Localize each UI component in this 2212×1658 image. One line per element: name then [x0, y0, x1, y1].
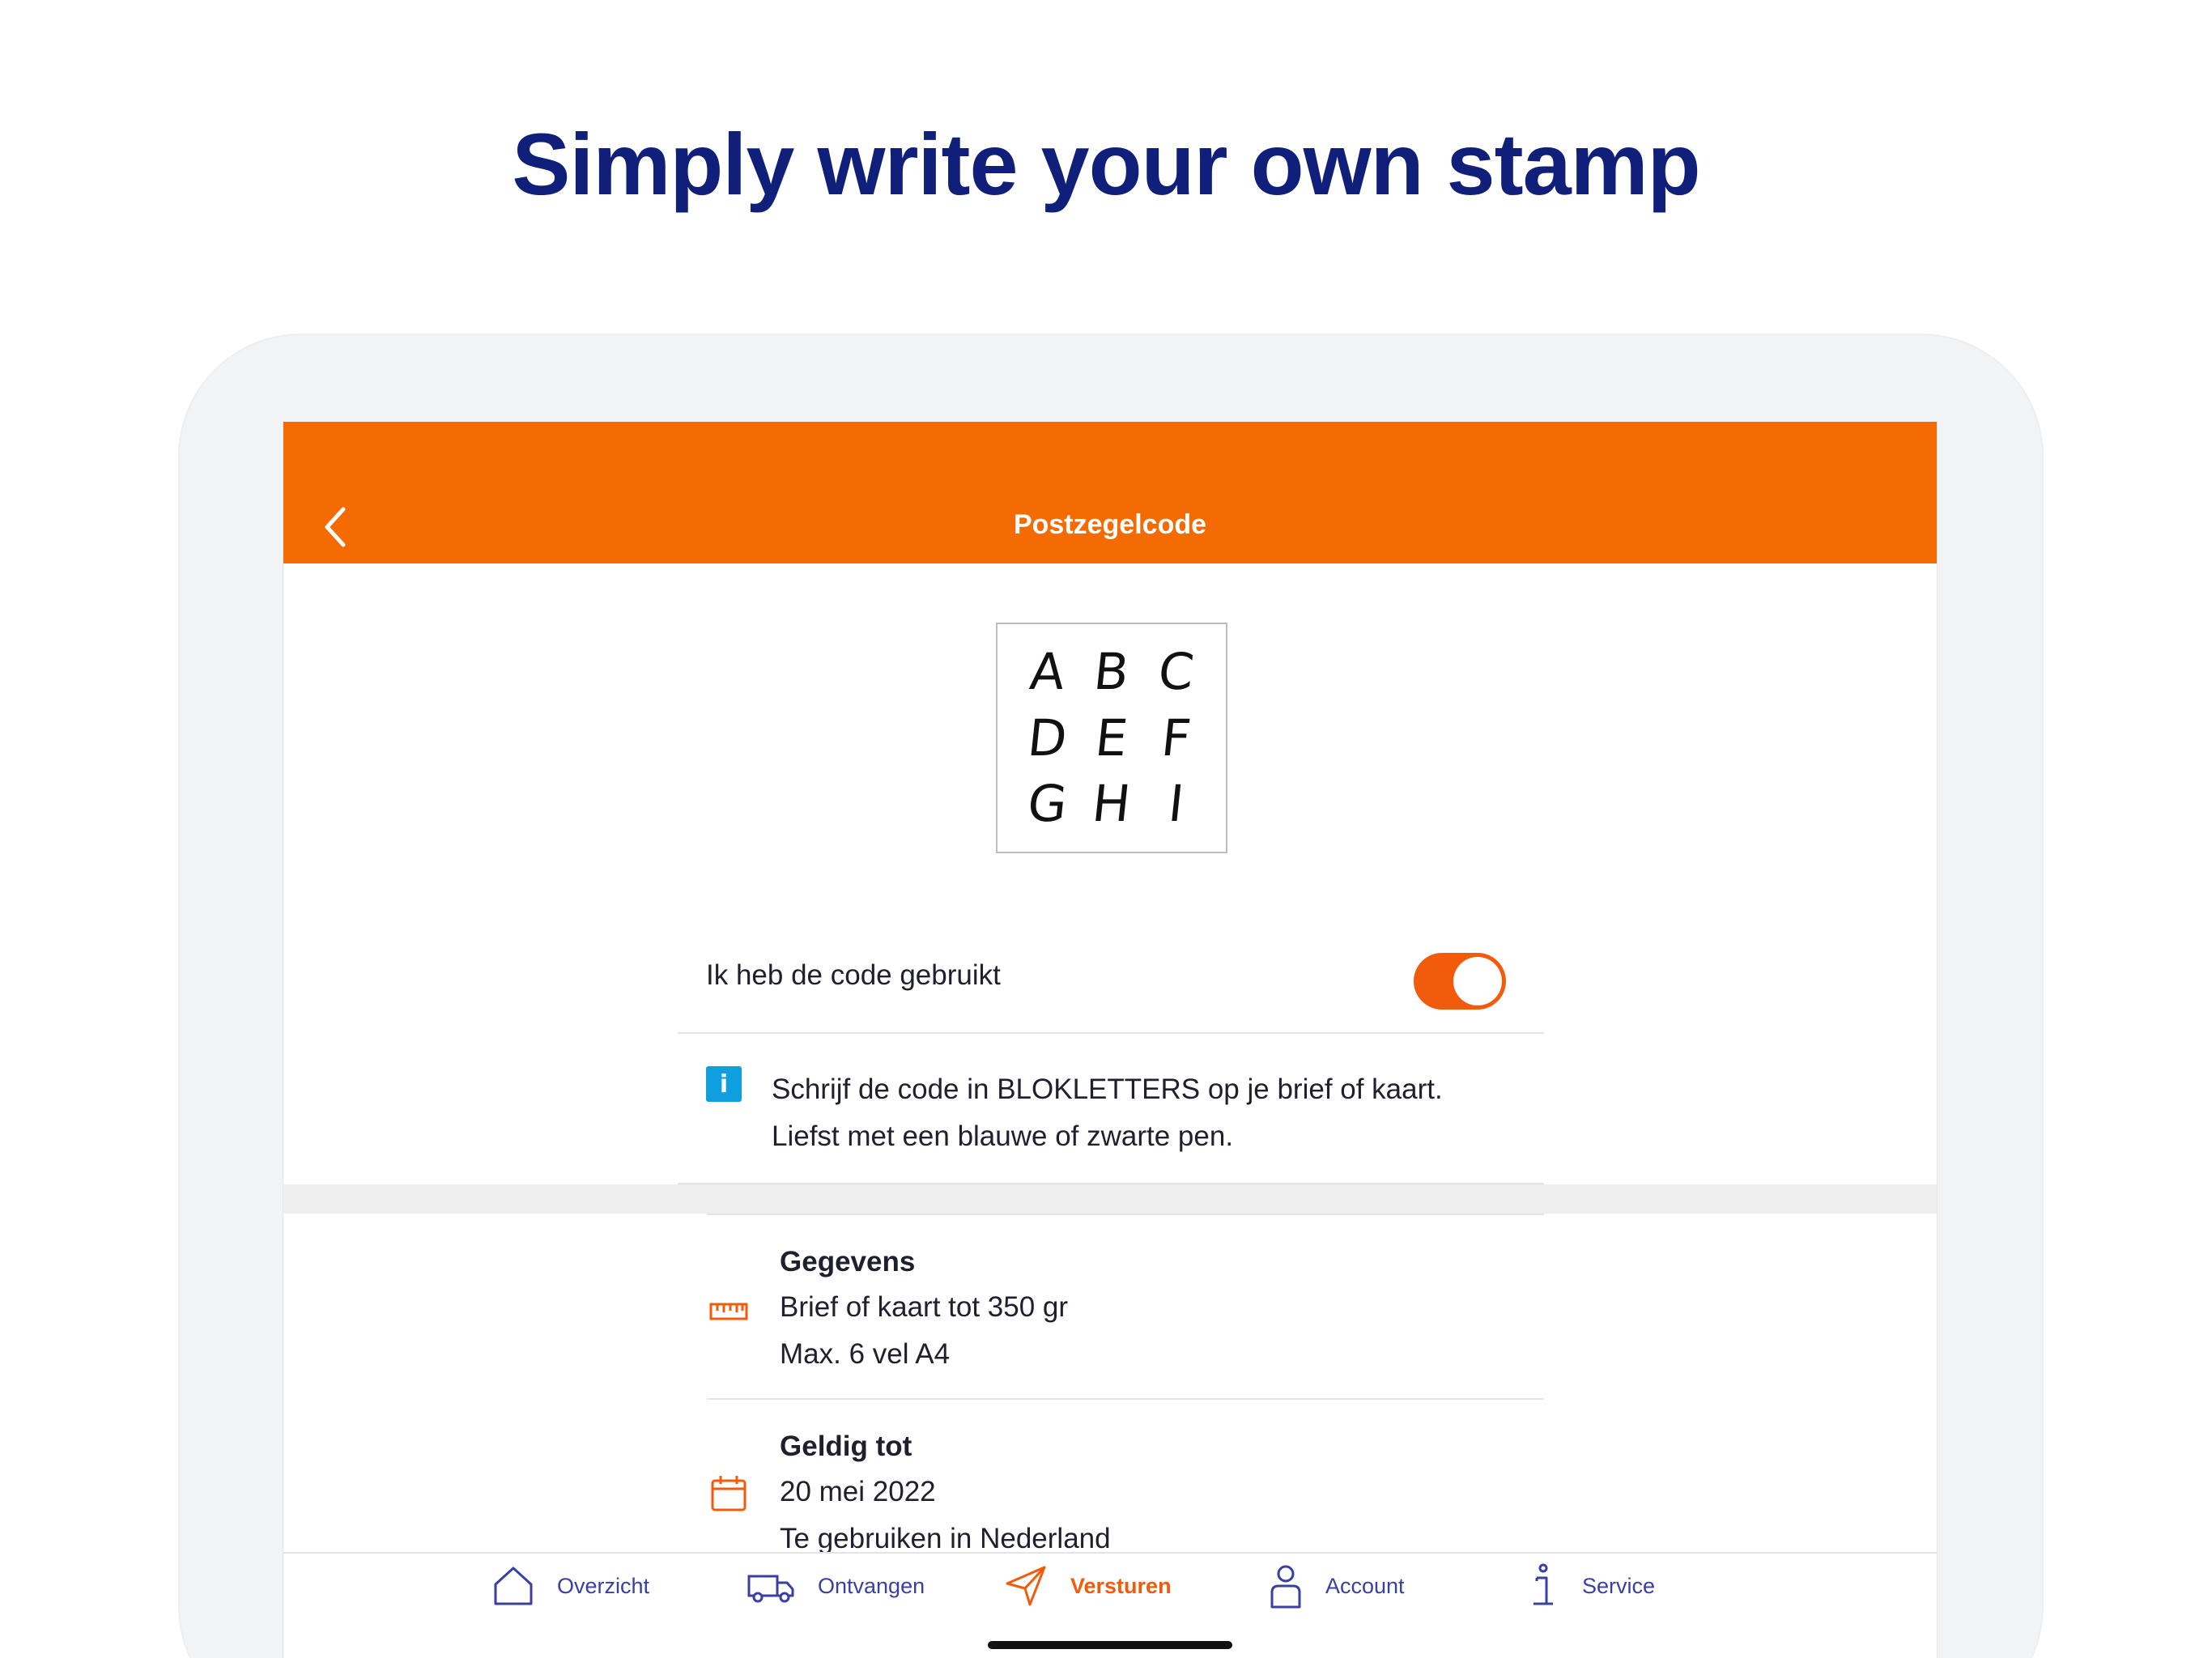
send-icon [1006, 1566, 1046, 1606]
home-icon [494, 1567, 533, 1605]
info-line-1: Schrijf de code in BLOKLETTERS op je bri… [772, 1073, 1443, 1105]
info-line-2: Liefst met een blauwe of zwarte pen. [772, 1120, 1234, 1152]
tab-label: Account [1325, 1573, 1405, 1598]
tab-account[interactable]: Account [1269, 1562, 1405, 1610]
code-character: A [1027, 642, 1068, 702]
code-character: C [1155, 642, 1197, 702]
tab-versturen[interactable]: Versturen [1004, 1562, 1172, 1610]
code-character: G [1024, 774, 1070, 834]
code-used-toggle[interactable] [1414, 953, 1506, 1010]
tab-label: Ontvangen [818, 1573, 925, 1598]
detail-title: Gegevens [780, 1246, 916, 1278]
tab-label: Versturen [1070, 1573, 1172, 1598]
detail-line: Max. 6 vel A4 [780, 1338, 951, 1370]
info-service-icon [1534, 1563, 1553, 1605]
delivery-van-icon [747, 1575, 794, 1603]
person-icon [1270, 1565, 1301, 1609]
section-divider [283, 1184, 1937, 1214]
home-indicator[interactable] [988, 1641, 1232, 1649]
code-character: H [1089, 774, 1134, 834]
bottom-tab-bar: Overzicht Ontvangen Versturen Account Se… [283, 1552, 1937, 1658]
code-character: B [1091, 642, 1133, 702]
code-used-row: Ik heb de code gebruikt [678, 912, 1544, 1034]
code-character: F [1158, 708, 1193, 767]
code-character: D [1024, 708, 1070, 767]
toggle-knob [1453, 957, 1502, 1005]
info-message: i Schrijf de code in BLOKLETTERS op je b… [678, 1034, 1544, 1184]
detail-line: Brief of kaart tot 350 gr [780, 1291, 1069, 1323]
marketing-headline: Simply write your own stamp [512, 115, 1700, 213]
app-screen: Postzegelcode A B C D E F G H I Ik heb d… [283, 422, 1938, 1658]
tab-service[interactable]: Service [1527, 1562, 1655, 1610]
code-character: E [1092, 708, 1131, 767]
detail-line: Te gebruiken in Nederland [780, 1523, 1111, 1554]
calendar-icon [711, 1476, 747, 1511]
code-used-label: Ik heb de code gebruikt [706, 959, 1001, 991]
app-bar: Postzegelcode [283, 422, 1937, 563]
tab-overzicht[interactable]: Overzicht [492, 1562, 649, 1610]
info-text: Schrijf de code in BLOKLETTERS op je bri… [772, 1066, 1443, 1160]
page-title: Postzegelcode [1013, 509, 1207, 540]
tab-label: Overzicht [557, 1573, 650, 1598]
detail-line: 20 mei 2022 [780, 1476, 936, 1507]
details-specs-row: Gegevens Brief of kaart tot 350 gr Max. … [707, 1214, 1544, 1400]
stamp-code-grid: A B C D E F G H I [996, 623, 1227, 853]
code-character: I [1165, 774, 1187, 834]
detail-title: Geldig tot [780, 1431, 912, 1462]
tab-label: Service [1582, 1573, 1656, 1598]
ruler-icon [709, 1303, 748, 1320]
info-icon: i [706, 1066, 742, 1102]
tab-ontvangen[interactable]: Ontvangen [747, 1562, 925, 1610]
